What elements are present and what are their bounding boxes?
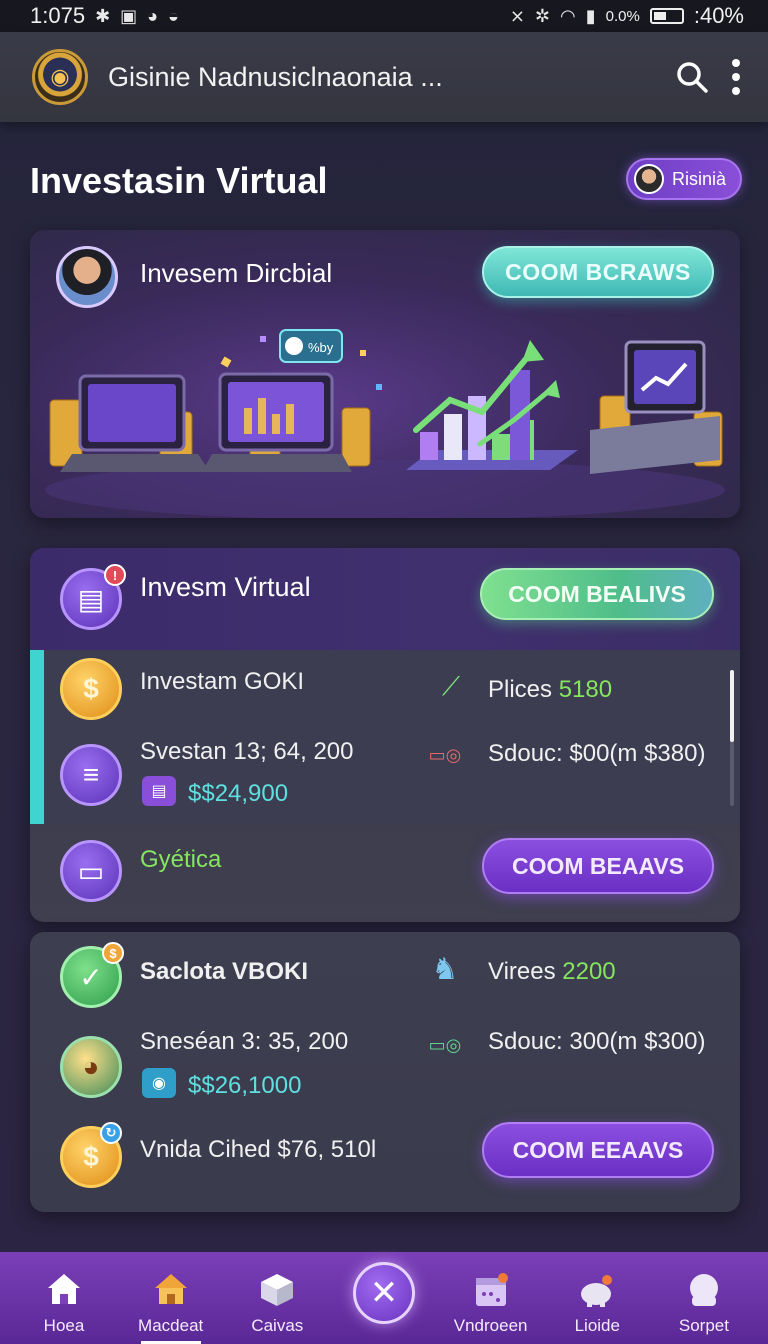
search-icon bbox=[677, 62, 708, 93]
app-bar: ◉ Gisinie Nadnusiclnaonaia ... bbox=[0, 32, 768, 122]
avatar[interactable] bbox=[56, 246, 118, 308]
row-label: Svestan 13; 64, 200 bbox=[140, 738, 354, 765]
footer-label: Gyética bbox=[140, 846, 222, 873]
alarm-icon: ◕ bbox=[147, 5, 159, 26]
nav-item-center[interactable]: ✕ bbox=[334, 1262, 434, 1336]
list-item[interactable] bbox=[30, 650, 740, 824]
page-title: Investasin Virtual bbox=[30, 160, 328, 201]
mute-icon: ⨯ bbox=[509, 5, 525, 26]
nav-item-boxes[interactable]: Caivas bbox=[227, 1270, 327, 1336]
scrollbar-thumb[interactable] bbox=[730, 670, 734, 742]
piggy-bank-icon bbox=[581, 1275, 613, 1307]
nav-item-market[interactable]: Macdeat bbox=[121, 1270, 221, 1344]
pet-avatar-icon: ◕ bbox=[60, 1036, 122, 1098]
signal-icon: ▮ bbox=[585, 5, 596, 26]
prices-label: Plices bbox=[488, 676, 553, 703]
investment-illustration: %by bbox=[45, 329, 725, 518]
status-bar: 1:075 ✱ ▣ ◕ ◒ ⨯ ✲ ◠ ▮ 0.0% :40% bbox=[0, 0, 768, 32]
nav-item-support[interactable]: Sorpet bbox=[654, 1270, 754, 1336]
hero-title: Invesem Dircbial bbox=[140, 258, 333, 288]
status-right: ⨯ ✲ ◠ ▮ 0.0% :40% bbox=[510, 3, 744, 29]
chat-icon: ◒ bbox=[168, 5, 179, 26]
row-label: Sneséan 3: 35, 200 bbox=[140, 1028, 349, 1055]
row-right-label: Plices 5180 bbox=[488, 676, 612, 704]
avatar bbox=[633, 164, 664, 194]
section-action-button[interactable]: COOM BEALIVS bbox=[480, 568, 714, 620]
search-button[interactable] bbox=[670, 55, 714, 99]
hero-action-button[interactable]: COOM BCRAWS bbox=[482, 246, 714, 298]
section-title: Invesm Virtual bbox=[140, 572, 311, 602]
coin-stack-icon: ≡ bbox=[60, 744, 122, 806]
market-icon bbox=[154, 1274, 187, 1304]
amount-value: $$24,900 bbox=[188, 780, 289, 807]
footer-action-button[interactable]: COOM BEAAVS bbox=[482, 838, 714, 894]
dragon-icon: ♞ bbox=[431, 952, 459, 986]
battery-icon bbox=[649, 8, 684, 24]
camera-icon: ◉ bbox=[142, 1068, 176, 1098]
more-vertical-icon[interactable] bbox=[732, 59, 740, 95]
cash-icon: ▭◎ bbox=[428, 744, 462, 765]
bottom-nav: Hoea Macdeat Caivas ✕ Vndroeen Lioide So… bbox=[0, 1252, 768, 1344]
profile-chip-label: Risinià bbox=[671, 168, 726, 189]
document-icon: ▤ bbox=[142, 776, 176, 806]
nav-label: Hoea bbox=[43, 1316, 85, 1335]
app-title: Gisinie Nadnusiclnaonaia ... bbox=[108, 61, 443, 92]
nav-item-calendar[interactable]: Vndroeen bbox=[441, 1270, 541, 1336]
wifi-icon: ◠ bbox=[560, 5, 576, 26]
nav-label: Vndroeen bbox=[453, 1316, 528, 1335]
close-icon[interactable]: ✕ bbox=[352, 1262, 415, 1324]
status-left: 1:075 ✱ ▣ ◕ ◒ bbox=[30, 3, 179, 29]
pencil-icon: ⟋ bbox=[441, 671, 461, 701]
battery-text: :40% bbox=[693, 3, 744, 28]
row-right-label: Virees 2200 bbox=[488, 958, 616, 986]
investment-section: ▤ ! Invesm Virtual COOM BEALIVS $ Invest… bbox=[30, 548, 740, 922]
monitor-icon: ▭ bbox=[60, 840, 122, 902]
support-icon bbox=[689, 1274, 718, 1306]
hero-art-badge: %by bbox=[308, 340, 334, 355]
row-label: Saclota VBOKI bbox=[140, 958, 309, 985]
bluetooth-icon: ✱ bbox=[95, 5, 111, 26]
row-right-text: Sdouc: $00(m $380) bbox=[488, 740, 706, 767]
views-value: 2200 bbox=[562, 958, 616, 985]
cash-icon: ▭◎ bbox=[428, 1034, 462, 1055]
calendar-icon bbox=[475, 1273, 508, 1306]
nav-label: Lioide bbox=[574, 1316, 620, 1335]
row-right-text: Sdouc: 300(m $300) bbox=[488, 1028, 706, 1055]
nav-label: Macdeat bbox=[138, 1316, 204, 1335]
nav-item-home[interactable]: Hoea bbox=[14, 1270, 114, 1336]
nav-label: Sorpet bbox=[678, 1316, 729, 1335]
nav-label: Caivas bbox=[251, 1316, 304, 1335]
nav-item-savings[interactable]: Lioide bbox=[547, 1270, 647, 1336]
views-label: Virees bbox=[488, 958, 556, 985]
row-label: Vnida Cihed $76, 510l bbox=[140, 1136, 377, 1163]
home-icon bbox=[48, 1274, 80, 1304]
image-icon: ▣ bbox=[120, 5, 138, 26]
prices-value: 5180 bbox=[558, 676, 613, 703]
hero-card: Invesem Dircbial COOM BCRAWS %by bbox=[30, 230, 740, 518]
notification-badge-icon: ! bbox=[104, 564, 126, 586]
dollar-coin-icon: $ bbox=[60, 658, 122, 720]
profile-chip[interactable]: Risinià bbox=[625, 158, 742, 200]
app-logo-icon[interactable]: ◉ bbox=[32, 49, 88, 105]
sync-badge-icon: ↻ bbox=[100, 1122, 122, 1144]
amount-value: $$26,1000 bbox=[188, 1072, 302, 1099]
vibrate-icon: ✲ bbox=[534, 5, 551, 26]
coin-badge-icon: $ bbox=[102, 942, 124, 964]
selected-indicator bbox=[30, 650, 44, 824]
status-time: 1:075 bbox=[30, 3, 86, 28]
section2-action-button[interactable]: COOM EEAAVS bbox=[482, 1122, 714, 1178]
box-icon bbox=[261, 1274, 294, 1306]
row-label: Investam GOKI bbox=[140, 668, 305, 695]
investment-section-2: ✓ $ Saclota VBOKI ♞ Virees 2200 ◕ Sneséa… bbox=[30, 932, 740, 1212]
data-rate: 0.0% bbox=[605, 7, 640, 25]
